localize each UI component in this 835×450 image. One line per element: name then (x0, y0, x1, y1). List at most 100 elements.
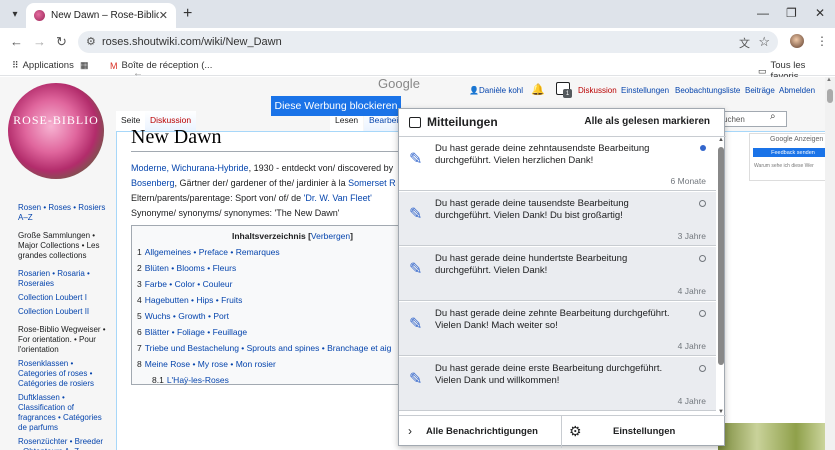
sidebar-item-rosaria[interactable]: Rosarien • Rosaria • Roseraies (18, 269, 108, 289)
apps-grid-icon: ⠿ (12, 60, 19, 70)
tray-icon (409, 117, 421, 128)
sidebar-item-categories[interactable]: Rosenklassen • Categories of roses • Cat… (18, 359, 108, 389)
new-tab-icon[interactable]: + (183, 5, 192, 23)
preferences-link[interactable]: Einstellungen (621, 86, 669, 95)
bookmark-gmail[interactable]: M Boîte de réception (... (110, 60, 212, 71)
browser-menu-icon[interactable]: ⋮ (816, 34, 828, 48)
article-line-4: Synonyme/ synonyms/ synonymes: 'The New … (131, 208, 340, 218)
notification-item[interactable]: ✎ Du hast gerade deine tausendste Bearbe… (399, 192, 716, 246)
sidebar-item-loubert-2[interactable]: Collection Loubert II (18, 307, 108, 317)
toc-link[interactable]: Allgemeines • Preface • Remarques (145, 247, 280, 257)
contributions-link[interactable]: Beiträge (745, 86, 775, 95)
article-line-1: Moderne, Wichurana-Hybride, 1930 - entde… (131, 163, 393, 173)
parent-link[interactable]: 'Dr. W. Van Fleet' (304, 193, 372, 203)
toc-item[interactable]: 4 Hagebutten • Hips • Fruits (137, 295, 242, 305)
scroll-up-icon[interactable]: ▲ (826, 77, 832, 83)
site-logo[interactable] (8, 83, 104, 179)
notification-item[interactable]: ✎ Du hast gerade deine zehnte Bearbeitun… (399, 302, 716, 356)
notification-message: Du hast gerade deine erste Bearbeitung d… (435, 363, 663, 386)
close-tab-icon[interactable]: ✕ (159, 9, 168, 22)
read-dot-icon[interactable] (699, 255, 706, 262)
read-dot-icon[interactable] (699, 310, 706, 317)
user-talk-link[interactable]: Diskussion (578, 86, 617, 95)
grid-bookmark[interactable]: ▦ (80, 60, 93, 71)
scroll-up-icon[interactable]: ▲ (718, 137, 724, 143)
watchlist-link[interactable]: Beobachtungsliste (675, 86, 740, 95)
read-dot-icon[interactable] (699, 200, 706, 207)
reload-icon[interactable]: ↻ (56, 34, 67, 50)
toc-hide-link[interactable]: Verbergen (311, 231, 350, 241)
text: , 1930 - entdeckt von/ discovered by (248, 163, 394, 173)
bell-icon[interactable]: 🔔 (531, 83, 545, 96)
somerset-link[interactable]: Somerset R (348, 178, 396, 188)
notifications-scrollbar[interactable]: ▲ ▼ (716, 137, 726, 415)
toc-item[interactable]: 5 Wuchs • Growth • Port (137, 311, 229, 321)
bosenberg-link[interactable]: Bosenberg (131, 178, 175, 188)
toc-item[interactable]: 1 Allgemeines • Preface • Remarques (137, 247, 280, 257)
profile-avatar[interactable] (790, 34, 804, 48)
toc-link[interactable]: Farbe • Color • Couleur (145, 279, 233, 289)
notification-item[interactable]: ✎ Du hast gerade deine hundertste Bearbe… (399, 247, 716, 301)
close-window-icon[interactable]: ✕ (815, 6, 825, 20)
browser-tabstrip: ▾ New Dawn – Rose-Biblio ✕ + — ❐ ✕ (0, 0, 835, 28)
toc-item[interactable]: 7 Triebe und Bestachelung • Sprouts and s… (137, 343, 391, 353)
toc-item[interactable]: 3 Farbe • Color • Couleur (137, 279, 232, 289)
notification-item[interactable]: ✎ Du hast gerade deine zehntausendste Be… (399, 137, 716, 191)
site-info-icon[interactable]: ⚙ (86, 35, 96, 48)
sidebar-item-loubert-1[interactable]: Collection Loubert I (18, 293, 108, 303)
rose-photo (718, 423, 835, 450)
notifications-scroll-thumb[interactable] (718, 147, 724, 365)
gmail-icon: M (110, 60, 118, 71)
sidebar-item-guide: Rose-Biblio Wegweiser • For orientation.… (18, 325, 106, 354)
back-arrow-icon[interactable]: ← (133, 68, 143, 79)
translate-icon[interactable]: 文 (739, 35, 750, 51)
sidebar-item-breeders[interactable]: Rosenzüchter • Breeder • Obtenteurs A–Z (18, 437, 108, 450)
article-line-3: Eltern/parents/parentage: Sport von/ of/… (131, 193, 372, 203)
google-ads-label: Google Anzeigen (770, 136, 824, 143)
back-icon[interactable]: ← (10, 34, 23, 49)
minimize-icon[interactable]: — (757, 6, 769, 20)
browser-tab[interactable]: New Dawn – Rose-Biblio ✕ (26, 3, 176, 28)
unread-dot-icon[interactable] (700, 145, 706, 151)
search-input[interactable]: uchen (722, 111, 787, 127)
toc-link[interactable]: Wuchs • Growth • Port (145, 311, 229, 321)
sidebar-item-roses[interactable]: Rosen • Roses • Rosiers A–Z (18, 203, 108, 223)
article-line-2: Bosenberg, Gärtner der/ gardener of the/… (131, 178, 396, 188)
logout-link[interactable]: Abmelden (779, 86, 815, 95)
restore-icon[interactable]: ❐ (786, 6, 797, 20)
feedback-button[interactable]: Feedback senden (753, 148, 833, 157)
mark-all-read-button[interactable]: Alle als gelesen markieren (584, 116, 710, 127)
page-scroll-thumb[interactable] (827, 89, 833, 103)
toc-item[interactable]: 2 Blüten • Blooms • Fleurs (137, 263, 236, 273)
toc-number: 1 (137, 247, 142, 257)
toc-item[interactable]: 8 Meine Rose • My rose • Mon rosier (137, 359, 276, 369)
browser-toolbar: ← → ↻ ⚙ roses.shoutwiki.com/wiki/New_Daw… (0, 28, 835, 56)
why-ad-link[interactable]: Warum sehe ich diese Wer (754, 163, 814, 169)
block-ad-button[interactable]: Diese Werbung blockieren (271, 96, 401, 116)
class-link[interactable]: Moderne, Wichurana-Hybride (131, 163, 249, 173)
toc-item[interactable]: 6 Blätter • Foliage • Feuillage (137, 327, 247, 337)
toc-link[interactable]: Hagebutten • Hips • Fruits (145, 295, 243, 305)
page-title: New Dawn (131, 126, 222, 148)
toc-heading: Inhaltsverzeichnis (232, 231, 306, 241)
toc-link[interactable]: Meine Rose • My rose • Mon rosier (145, 359, 276, 369)
toc-item[interactable]: 8.1 L'Haÿ-les-Roses (152, 375, 229, 385)
toc-number: 6 (137, 327, 142, 337)
address-bar[interactable]: ⚙ roses.shoutwiki.com/wiki/New_Dawn 文 ☆ (78, 31, 778, 53)
notification-item[interactable]: ✎ Du hast gerade deine erste Bearbeitung… (399, 357, 716, 411)
bookmark-applications[interactable]: ⠿ Applications (12, 60, 74, 71)
tab-search-icon[interactable]: ▾ (6, 5, 24, 23)
notification-settings-button[interactable]: ⚙ Einstellungen (562, 416, 726, 448)
page-scrollbar[interactable]: ▲ (825, 77, 835, 450)
toc-link[interactable]: Blätter • Foliage • Feuillage (145, 327, 247, 337)
read-dot-icon[interactable] (699, 365, 706, 372)
toc-link[interactable]: Triebe und Bestachelung • Sprouts and sp… (145, 343, 392, 353)
toc-link[interactable]: Blüten • Blooms • Fleurs (145, 263, 236, 273)
toc-link[interactable]: L'Haÿ-les-Roses (167, 375, 229, 385)
bookmark-star-icon[interactable]: ☆ (758, 34, 770, 50)
all-notifications-button[interactable]: › Alle Benachrichtigungen (399, 416, 562, 448)
user-link[interactable]: Danièle kohl (479, 86, 523, 95)
forward-icon[interactable]: → (33, 34, 46, 49)
sidebar-item-fragrances[interactable]: Duftklassen • Classification of fragranc… (18, 393, 108, 433)
search-icon[interactable]: ⌕ (770, 111, 776, 122)
